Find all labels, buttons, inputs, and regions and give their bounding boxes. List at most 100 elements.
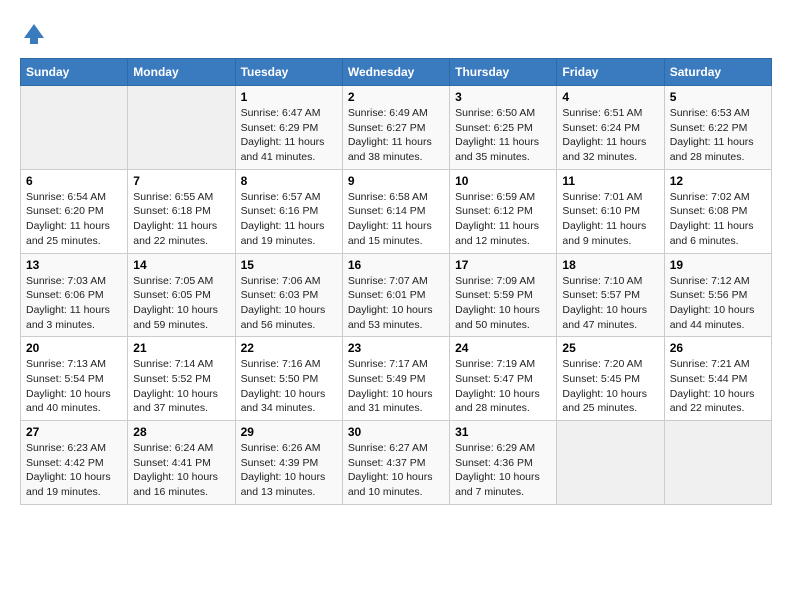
day-info: Sunrise: 6:57 AM Sunset: 6:16 PM Dayligh…	[241, 190, 337, 249]
sunrise-label: Sunrise: 7:19 AM	[455, 358, 535, 370]
sunset-label: Sunset: 4:37 PM	[348, 457, 426, 469]
sunset-label: Sunset: 6:27 PM	[348, 122, 426, 134]
sunrise-label: Sunrise: 6:59 AM	[455, 191, 535, 203]
calendar-cell: 22 Sunrise: 7:16 AM Sunset: 5:50 PM Dayl…	[235, 337, 342, 421]
calendar-cell	[128, 86, 235, 170]
daylight-label: Daylight: 11 hours and 9 minutes.	[562, 220, 646, 247]
sunrise-label: Sunrise: 7:03 AM	[26, 275, 106, 287]
sunset-label: Sunset: 6:25 PM	[455, 122, 533, 134]
daylight-label: Daylight: 11 hours and 35 minutes.	[455, 136, 539, 163]
logo	[20, 20, 52, 48]
sunrise-label: Sunrise: 7:21 AM	[670, 358, 750, 370]
day-number: 10	[455, 174, 551, 188]
sunrise-label: Sunrise: 7:10 AM	[562, 275, 642, 287]
sunrise-label: Sunrise: 7:06 AM	[241, 275, 321, 287]
calendar-cell: 2 Sunrise: 6:49 AM Sunset: 6:27 PM Dayli…	[342, 86, 449, 170]
day-number: 30	[348, 425, 444, 439]
daylight-label: Daylight: 10 hours and 7 minutes.	[455, 471, 540, 498]
day-info: Sunrise: 6:54 AM Sunset: 6:20 PM Dayligh…	[26, 190, 122, 249]
sunrise-label: Sunrise: 7:17 AM	[348, 358, 428, 370]
calendar-cell: 30 Sunrise: 6:27 AM Sunset: 4:37 PM Dayl…	[342, 421, 449, 505]
day-info: Sunrise: 6:53 AM Sunset: 6:22 PM Dayligh…	[670, 106, 766, 165]
day-number: 29	[241, 425, 337, 439]
sunrise-label: Sunrise: 6:27 AM	[348, 442, 428, 454]
daylight-label: Daylight: 10 hours and 40 minutes.	[26, 388, 111, 415]
day-number: 3	[455, 90, 551, 104]
sunset-label: Sunset: 6:20 PM	[26, 205, 104, 217]
day-number: 9	[348, 174, 444, 188]
day-number: 8	[241, 174, 337, 188]
sunrise-label: Sunrise: 6:24 AM	[133, 442, 213, 454]
sunset-label: Sunset: 4:36 PM	[455, 457, 533, 469]
sunrise-label: Sunrise: 6:29 AM	[455, 442, 535, 454]
sunset-label: Sunset: 5:45 PM	[562, 373, 640, 385]
calendar-body: 1 Sunrise: 6:47 AM Sunset: 6:29 PM Dayli…	[21, 86, 772, 505]
sunrise-label: Sunrise: 6:49 AM	[348, 107, 428, 119]
calendar-cell: 8 Sunrise: 6:57 AM Sunset: 6:16 PM Dayli…	[235, 169, 342, 253]
sunrise-label: Sunrise: 7:09 AM	[455, 275, 535, 287]
weekday-header-row: SundayMondayTuesdayWednesdayThursdayFrid…	[21, 59, 772, 86]
calendar-cell	[664, 421, 771, 505]
day-number: 24	[455, 341, 551, 355]
calendar-cell: 19 Sunrise: 7:12 AM Sunset: 5:56 PM Dayl…	[664, 253, 771, 337]
day-info: Sunrise: 7:16 AM Sunset: 5:50 PM Dayligh…	[241, 357, 337, 416]
daylight-label: Daylight: 11 hours and 28 minutes.	[670, 136, 754, 163]
calendar-cell: 12 Sunrise: 7:02 AM Sunset: 6:08 PM Dayl…	[664, 169, 771, 253]
sunset-label: Sunset: 5:44 PM	[670, 373, 748, 385]
calendar-cell: 18 Sunrise: 7:10 AM Sunset: 5:57 PM Dayl…	[557, 253, 664, 337]
day-number: 25	[562, 341, 658, 355]
day-info: Sunrise: 6:50 AM Sunset: 6:25 PM Dayligh…	[455, 106, 551, 165]
sunset-label: Sunset: 6:22 PM	[670, 122, 748, 134]
sunset-label: Sunset: 5:49 PM	[348, 373, 426, 385]
calendar-cell	[21, 86, 128, 170]
sunset-label: Sunset: 6:06 PM	[26, 289, 104, 301]
day-info: Sunrise: 7:21 AM Sunset: 5:44 PM Dayligh…	[670, 357, 766, 416]
sunrise-label: Sunrise: 6:23 AM	[26, 442, 106, 454]
calendar-cell: 10 Sunrise: 6:59 AM Sunset: 6:12 PM Dayl…	[450, 169, 557, 253]
day-info: Sunrise: 7:12 AM Sunset: 5:56 PM Dayligh…	[670, 274, 766, 333]
sunset-label: Sunset: 6:24 PM	[562, 122, 640, 134]
sunset-label: Sunset: 4:41 PM	[133, 457, 211, 469]
daylight-label: Daylight: 10 hours and 59 minutes.	[133, 304, 218, 331]
day-info: Sunrise: 7:17 AM Sunset: 5:49 PM Dayligh…	[348, 357, 444, 416]
sunrise-label: Sunrise: 6:57 AM	[241, 191, 321, 203]
daylight-label: Daylight: 11 hours and 6 minutes.	[670, 220, 754, 247]
week-row-1: 1 Sunrise: 6:47 AM Sunset: 6:29 PM Dayli…	[21, 86, 772, 170]
calendar-cell	[557, 421, 664, 505]
day-info: Sunrise: 6:59 AM Sunset: 6:12 PM Dayligh…	[455, 190, 551, 249]
calendar-cell: 14 Sunrise: 7:05 AM Sunset: 6:05 PM Dayl…	[128, 253, 235, 337]
daylight-label: Daylight: 10 hours and 22 minutes.	[670, 388, 755, 415]
day-number: 17	[455, 258, 551, 272]
weekday-header-wednesday: Wednesday	[342, 59, 449, 86]
day-info: Sunrise: 6:29 AM Sunset: 4:36 PM Dayligh…	[455, 441, 551, 500]
day-number: 5	[670, 90, 766, 104]
day-number: 26	[670, 341, 766, 355]
daylight-label: Daylight: 10 hours and 10 minutes.	[348, 471, 433, 498]
calendar-cell: 29 Sunrise: 6:26 AM Sunset: 4:39 PM Dayl…	[235, 421, 342, 505]
day-info: Sunrise: 7:01 AM Sunset: 6:10 PM Dayligh…	[562, 190, 658, 249]
day-info: Sunrise: 7:19 AM Sunset: 5:47 PM Dayligh…	[455, 357, 551, 416]
daylight-label: Daylight: 10 hours and 25 minutes.	[562, 388, 647, 415]
sunrise-label: Sunrise: 6:54 AM	[26, 191, 106, 203]
day-number: 21	[133, 341, 229, 355]
daylight-label: Daylight: 11 hours and 15 minutes.	[348, 220, 432, 247]
daylight-label: Daylight: 10 hours and 31 minutes.	[348, 388, 433, 415]
daylight-label: Daylight: 10 hours and 34 minutes.	[241, 388, 326, 415]
weekday-header-sunday: Sunday	[21, 59, 128, 86]
sunrise-label: Sunrise: 6:26 AM	[241, 442, 321, 454]
daylight-label: Daylight: 11 hours and 22 minutes.	[133, 220, 217, 247]
day-info: Sunrise: 7:14 AM Sunset: 5:52 PM Dayligh…	[133, 357, 229, 416]
sunset-label: Sunset: 6:18 PM	[133, 205, 211, 217]
day-info: Sunrise: 7:20 AM Sunset: 5:45 PM Dayligh…	[562, 357, 658, 416]
calendar-cell: 4 Sunrise: 6:51 AM Sunset: 6:24 PM Dayli…	[557, 86, 664, 170]
calendar-cell: 31 Sunrise: 6:29 AM Sunset: 4:36 PM Dayl…	[450, 421, 557, 505]
sunrise-label: Sunrise: 7:16 AM	[241, 358, 321, 370]
day-number: 18	[562, 258, 658, 272]
daylight-label: Daylight: 11 hours and 41 minutes.	[241, 136, 325, 163]
daylight-label: Daylight: 11 hours and 3 minutes.	[26, 304, 110, 331]
sunset-label: Sunset: 6:14 PM	[348, 205, 426, 217]
sunrise-label: Sunrise: 7:05 AM	[133, 275, 213, 287]
calendar-cell: 26 Sunrise: 7:21 AM Sunset: 5:44 PM Dayl…	[664, 337, 771, 421]
sunrise-label: Sunrise: 6:53 AM	[670, 107, 750, 119]
week-row-5: 27 Sunrise: 6:23 AM Sunset: 4:42 PM Dayl…	[21, 421, 772, 505]
